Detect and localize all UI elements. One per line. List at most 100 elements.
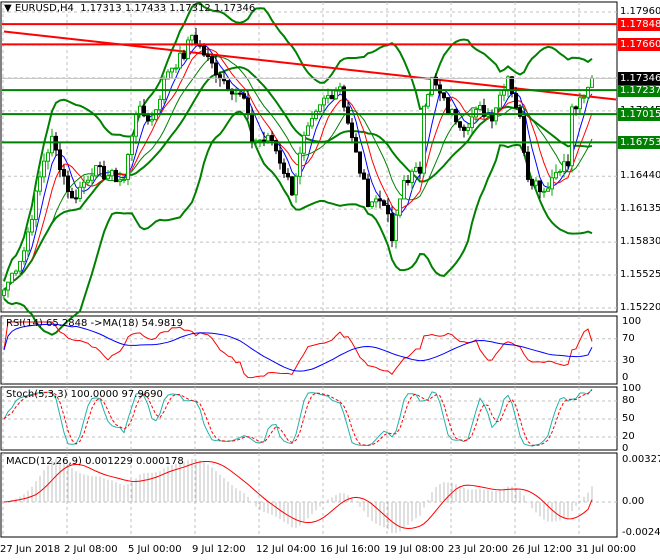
candle-body xyxy=(258,139,262,142)
candle-body xyxy=(574,106,578,110)
candle-body xyxy=(546,188,550,192)
candle-body xyxy=(58,149,62,171)
low-value: 1.17312 xyxy=(169,3,211,14)
high-value: 1.17433 xyxy=(124,3,167,14)
price-label: 1.16135 xyxy=(620,203,660,215)
time-label: 5 Jul 00:00 xyxy=(128,544,182,555)
candle-body xyxy=(310,117,314,127)
macd-axis-label: -0.002436 xyxy=(622,527,660,539)
candle-body xyxy=(114,169,118,183)
candle-body xyxy=(34,190,38,221)
candle-body xyxy=(534,180,538,186)
current-price-tag: 1.17346 xyxy=(618,72,660,86)
candle-body xyxy=(14,270,18,274)
candle-body xyxy=(74,197,78,200)
candle-body xyxy=(370,201,374,207)
price-label: 1.15525 xyxy=(620,269,660,281)
level-tag-support: 1.17015 xyxy=(618,108,660,122)
candle-body xyxy=(18,260,22,272)
candle-body xyxy=(502,90,506,96)
candle-body xyxy=(102,165,106,180)
stoch-axis-label: 80 xyxy=(622,395,635,406)
candle-body xyxy=(570,106,574,167)
candle-body xyxy=(426,94,430,107)
candle-body xyxy=(278,150,282,164)
candle-body xyxy=(390,213,394,242)
candle-body xyxy=(582,96,586,99)
candle-body xyxy=(190,34,194,41)
candle-body xyxy=(578,97,582,110)
time-label: 26 Jul 12:00 xyxy=(512,544,572,555)
open-value: 1.17313 xyxy=(80,3,122,14)
candle-body xyxy=(590,77,594,88)
candle-body xyxy=(182,52,186,59)
candle-body xyxy=(322,97,326,106)
time-label: 23 Jul 20:00 xyxy=(448,544,508,555)
candle-body xyxy=(430,76,434,96)
candle-body xyxy=(382,200,386,206)
candle-body xyxy=(270,135,274,142)
candle-body xyxy=(402,179,406,200)
price-label: 1.15220 xyxy=(620,302,660,313)
candle-body xyxy=(530,178,534,186)
candle-body xyxy=(414,166,418,172)
candle-body xyxy=(30,219,34,233)
candle-body xyxy=(522,115,526,153)
rsi-axis-label: 0 xyxy=(622,372,629,383)
price-label: 1.16440 xyxy=(620,170,660,182)
candle-body xyxy=(246,97,250,115)
candle-body xyxy=(394,214,398,242)
candle-body xyxy=(378,198,382,202)
candle-body xyxy=(478,105,482,110)
rsi-title: RSI(14) 65.2848 ->MA(18) 54.9819 xyxy=(6,318,183,329)
candle-body xyxy=(106,175,110,180)
candle-body xyxy=(350,122,354,139)
stoch-title: Stoch(5,3,3) 100.0000 97.9690 xyxy=(6,389,163,400)
candle-body xyxy=(262,139,266,142)
close-value: 1.17346 xyxy=(213,3,256,14)
rsi-axis-label: 100 xyxy=(622,316,642,327)
candle-body xyxy=(406,179,410,183)
price-label: 1.17960 xyxy=(620,6,660,17)
candle-body xyxy=(234,92,238,95)
candle-body xyxy=(302,134,306,154)
rsi-axis-label: 30 xyxy=(622,355,635,367)
macd-axis-label: 0.003273 xyxy=(622,454,660,465)
collapse-triangle-icon[interactable]: ▼ xyxy=(4,3,12,14)
time-label: 9 Jul 12:00 xyxy=(192,544,246,555)
candle-body xyxy=(286,172,290,178)
candle-body xyxy=(70,191,74,199)
candle-body xyxy=(438,84,442,94)
candle-body xyxy=(454,108,458,123)
candle-body xyxy=(586,86,590,98)
candle-body xyxy=(110,169,114,177)
candle-body xyxy=(458,121,462,128)
rsi-axis-label: 70 xyxy=(622,332,635,344)
candle-body xyxy=(266,135,270,142)
macd-title: MACD(12,26,9) 0.001229 0.000178 xyxy=(6,456,184,467)
chart-canvas[interactable] xyxy=(0,0,660,560)
level-tag-resistance: 1.17848 xyxy=(618,18,660,32)
candle-body xyxy=(462,126,466,131)
candle-body xyxy=(470,116,474,128)
candle-body xyxy=(126,153,130,180)
stoch-axis-label: 100 xyxy=(622,383,642,394)
chart-title: ▼ EURUSD,H4 1.17313 1.17433 1.17312 1.17… xyxy=(4,3,255,14)
candle-body xyxy=(450,108,454,114)
candle-body xyxy=(82,181,86,188)
candle-body xyxy=(206,54,210,58)
candle-body xyxy=(466,126,470,131)
stoch-axis-label: 20 xyxy=(622,431,635,442)
candle-body xyxy=(86,179,90,183)
candle-body xyxy=(46,152,50,162)
candle-body xyxy=(42,160,46,178)
level-tag-resistance: 1.17660 xyxy=(618,38,660,52)
candle-body xyxy=(566,161,570,167)
time-label: 31 Jul 00:00 xyxy=(576,544,636,555)
candle-body xyxy=(38,176,42,192)
candle-body xyxy=(446,97,450,114)
time-label: 16 Jul 16:00 xyxy=(320,544,380,555)
candle-body xyxy=(26,231,30,252)
candle-body xyxy=(514,92,518,109)
candle-body xyxy=(554,171,558,179)
